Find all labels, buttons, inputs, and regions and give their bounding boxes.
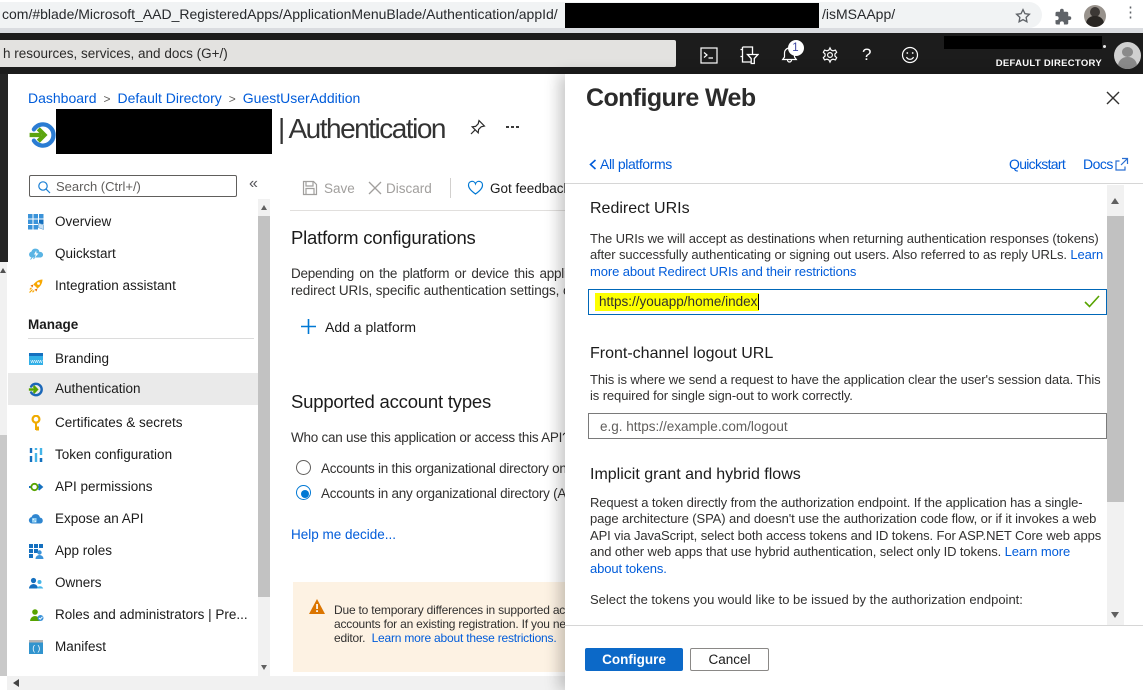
svg-text:www: www: [30, 359, 43, 365]
svg-text:(): (): [32, 645, 42, 654]
